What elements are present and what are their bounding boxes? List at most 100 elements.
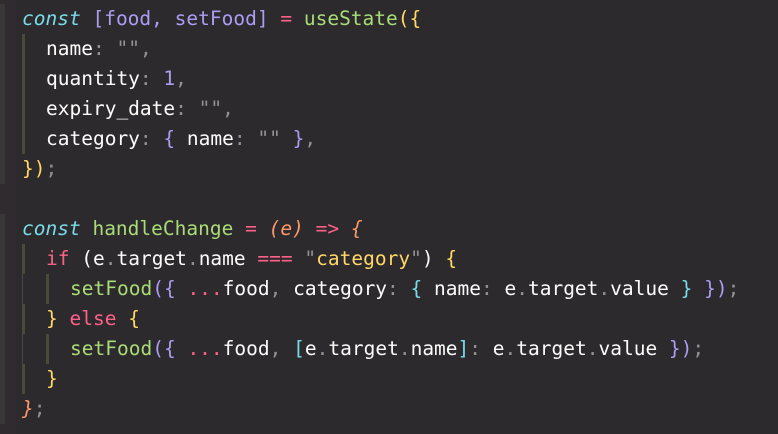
code-token: name bbox=[410, 337, 458, 360]
fold-marker bbox=[0, 214, 5, 424]
code-token: : bbox=[92, 37, 117, 60]
code-token: , bbox=[151, 7, 175, 30]
code-line-3: quantity: 1, bbox=[22, 64, 778, 94]
indent-guide bbox=[22, 244, 46, 274]
code-token: category bbox=[316, 247, 411, 270]
code-token: useState bbox=[303, 7, 398, 30]
code-token: , bbox=[304, 127, 317, 150]
code-token: . bbox=[586, 337, 599, 360]
code-token: ) bbox=[715, 277, 728, 300]
code-token: : bbox=[139, 127, 164, 150]
code-token: . bbox=[186, 247, 199, 270]
code-token: { bbox=[409, 7, 422, 30]
code-token: ] bbox=[457, 337, 470, 360]
code-token: ) bbox=[33, 157, 46, 180]
code-token: "" bbox=[198, 97, 223, 120]
code-token: handleChange bbox=[92, 217, 234, 240]
code-line-5: category: { name: "" }, bbox=[22, 124, 778, 154]
code-token: category bbox=[293, 277, 388, 300]
code-line-11: } else { bbox=[22, 304, 778, 334]
code-token: [ bbox=[92, 7, 105, 30]
indent-guide bbox=[46, 274, 70, 304]
code-token: : bbox=[469, 337, 493, 360]
code-token: } bbox=[657, 337, 681, 360]
code-token: , bbox=[222, 97, 234, 120]
code-token: , bbox=[269, 277, 294, 300]
code-token: " bbox=[410, 247, 422, 270]
code-token: expiry_date bbox=[46, 97, 176, 120]
indent-guide bbox=[22, 64, 46, 94]
code-token: 1 bbox=[163, 67, 176, 90]
code-token: ; bbox=[727, 277, 740, 300]
code-line-6: }); bbox=[22, 154, 778, 184]
code-line-13: } bbox=[22, 364, 778, 394]
code-token: name bbox=[175, 127, 234, 150]
code-token: => bbox=[315, 217, 340, 240]
code-token: . bbox=[398, 337, 411, 360]
code-token: . bbox=[504, 337, 517, 360]
code-token: ) bbox=[292, 217, 304, 240]
code-token: e bbox=[92, 247, 105, 270]
code-token: name bbox=[46, 37, 93, 60]
indent-guide bbox=[22, 334, 46, 364]
code-editor[interactable]: const [food, setFood] = useState({ name:… bbox=[0, 0, 778, 434]
code-token: } bbox=[692, 277, 716, 300]
code-token: , bbox=[175, 67, 187, 90]
code-token: = bbox=[245, 217, 257, 240]
code-token: value bbox=[598, 337, 658, 360]
code-line-10: setFood({ ...food, category: { name: e.t… bbox=[22, 274, 778, 304]
code-token: } bbox=[22, 397, 34, 420]
code-token: food bbox=[222, 337, 270, 360]
code-token: : bbox=[139, 67, 164, 90]
code-token: . bbox=[316, 337, 329, 360]
code-token: ; bbox=[33, 397, 46, 420]
code-token: target bbox=[516, 337, 587, 360]
code-token: "" bbox=[257, 127, 281, 150]
code-token: } bbox=[22, 157, 34, 180]
code-token: ( bbox=[152, 337, 164, 360]
code-token: value bbox=[610, 277, 669, 300]
code-token: = bbox=[280, 7, 293, 30]
code-token: : bbox=[233, 127, 258, 150]
code-token: } bbox=[668, 277, 693, 300]
code-token: [ bbox=[293, 337, 305, 360]
code-token: "" bbox=[116, 37, 140, 60]
code-token: name bbox=[198, 247, 246, 270]
code-token: } bbox=[46, 367, 58, 390]
code-token: e bbox=[504, 277, 517, 300]
code-token: { bbox=[410, 277, 423, 300]
code-token: { bbox=[128, 307, 140, 330]
code-token: : bbox=[175, 97, 199, 120]
code-line-1: const [food, setFood] = useState({ bbox=[22, 4, 778, 34]
code-token: else bbox=[69, 307, 117, 330]
code-token: } bbox=[280, 127, 305, 150]
code-token: ( bbox=[397, 7, 410, 30]
code-line-12: setFood({ ...food, [e.target.name]: e.ta… bbox=[22, 334, 778, 364]
code-token: category bbox=[46, 127, 140, 150]
code-line-14: }; bbox=[22, 394, 778, 424]
code-token: { bbox=[350, 217, 363, 240]
code-token: if bbox=[46, 247, 70, 270]
code-area[interactable]: const [food, setFood] = useState({ name:… bbox=[22, 4, 778, 424]
code-token: e bbox=[304, 337, 317, 360]
code-line-8: const handleChange = (e) => { bbox=[22, 214, 778, 244]
indent-guide bbox=[22, 364, 46, 394]
code-token: } bbox=[46, 307, 58, 330]
code-token: { bbox=[445, 247, 458, 270]
code-token: { bbox=[163, 277, 176, 300]
code-token: , bbox=[139, 37, 152, 60]
code-token: setFood bbox=[70, 337, 153, 360]
